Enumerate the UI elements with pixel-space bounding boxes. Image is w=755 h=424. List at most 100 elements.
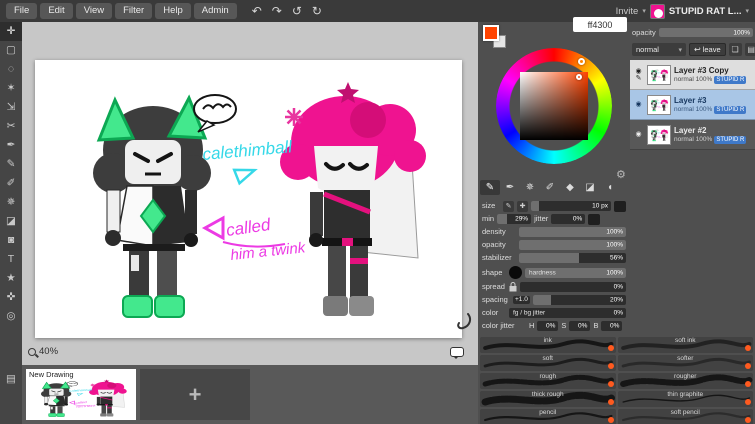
brush-preset-softer[interactable]: softer	[617, 355, 753, 371]
lock-icon[interactable]	[509, 282, 517, 292]
menu-admin[interactable]: Admin	[193, 3, 237, 19]
fgbg-jitter-slider[interactable]: fg / bg jitter 0%	[509, 308, 626, 318]
eraser-tool-icon[interactable]: ◪	[0, 212, 22, 231]
add-layer-button[interactable]: ❏	[728, 43, 742, 56]
size-options-button[interactable]	[614, 200, 626, 212]
pressure-curve-button[interactable]	[456, 313, 472, 331]
redo-icon[interactable]: ↷	[268, 5, 286, 17]
filmstrip-toggle-icon[interactable]: ▤	[0, 370, 22, 389]
pen-tool-icon[interactable]: ✒	[0, 136, 22, 155]
spread-slider[interactable]: 0%	[520, 282, 626, 292]
lasso-tool-icon[interactable]: ◌	[0, 60, 22, 79]
brush-preset-rough[interactable]: rough	[480, 373, 616, 389]
pencil-tool-icon[interactable]: ✎	[0, 155, 22, 174]
opacity-slider[interactable]: 100%	[519, 240, 626, 250]
color-jitter-fgbg-row: color fg / bg jitter 0%	[482, 308, 626, 318]
pressure-opacity-toggle-icon[interactable]: ✚	[517, 200, 528, 212]
paintbrush-brush-icon[interactable]: ✐	[540, 180, 560, 195]
visibility-eye-icon[interactable]: ◉	[635, 68, 641, 75]
brush-settings: size ✎ ✚ 10 px min 29% jitter 0% density…	[478, 198, 630, 331]
color-jitter-label: color jitter	[482, 321, 515, 331]
hue-jitter-slider[interactable]: 0%	[537, 321, 559, 331]
jitter-slider[interactable]: 0%	[551, 214, 586, 224]
menu-edit[interactable]: Edit	[40, 3, 73, 19]
sat-jitter-slider[interactable]: 0%	[569, 321, 591, 331]
menu-file[interactable]: File	[6, 3, 38, 19]
foreground-color-swatch[interactable]	[483, 25, 499, 41]
crop-tool-icon[interactable]: ✂	[0, 117, 22, 136]
rotate-cw-icon[interactable]: ↻	[308, 5, 326, 17]
marquee-select-tool-icon[interactable]: ▢	[0, 41, 22, 60]
airbrush-brush-icon[interactable]: ✵	[520, 180, 540, 195]
spacing-step-box[interactable]: +1.0	[513, 295, 530, 305]
layer-options-button[interactable]: ▤	[744, 43, 755, 56]
chat-bubble-icon[interactable]	[450, 347, 464, 359]
pencil-brush-icon[interactable]: ✎	[480, 180, 500, 195]
hardness-slider[interactable]: hardness 100%	[525, 267, 626, 278]
size-slider[interactable]: 10 px	[531, 201, 611, 211]
hue-selector-dot[interactable]	[578, 58, 585, 65]
density-slider[interactable]: 100%	[519, 227, 626, 237]
layer-opacity-slider[interactable]: 100%	[658, 28, 753, 37]
color-label: color	[482, 308, 499, 318]
stabilizer-slider[interactable]: 56%	[519, 253, 626, 263]
brush-preset-thin-graphite[interactable]: thin graphite	[617, 391, 753, 407]
rotate-ccw-icon[interactable]: ↺	[288, 5, 306, 17]
sv-selector-dot[interactable]	[576, 74, 582, 80]
invite-chevron-icon[interactable]: ▾	[642, 7, 646, 15]
pen-brush-icon[interactable]: ✒	[500, 180, 520, 195]
leave-button[interactable]: ↩ leave	[689, 43, 726, 56]
brush-tool-icon[interactable]: ✐	[0, 174, 22, 193]
eraser-brush-icon[interactable]: ◪	[580, 180, 600, 195]
blend-mode-select[interactable]: normal ▾	[632, 43, 686, 56]
hex-color-input[interactable]: ff4300	[573, 17, 627, 32]
drawing-canvas[interactable]	[35, 60, 462, 338]
layer-row-3[interactable]: ◉ Layer #3 normal 100% STUPID R	[630, 90, 755, 120]
brush-preset-rougher[interactable]: rougher	[617, 373, 753, 389]
visibility-eye-icon[interactable]: ◉	[635, 131, 641, 138]
layer-name: Layer #3 Copy	[674, 65, 729, 75]
brush-preset-soft[interactable]: soft	[480, 355, 616, 371]
visibility-eye-icon[interactable]: ◉	[635, 101, 641, 108]
plus-icon: +	[188, 381, 202, 407]
user-menu-chevron-icon[interactable]: ▾	[745, 7, 749, 15]
stabilizer-label: stabilizer	[482, 253, 512, 263]
magic-wand-tool-icon[interactable]: ✶	[0, 79, 22, 98]
marker-brush-icon[interactable]: ◆	[560, 180, 580, 195]
brush-preset-soft-ink[interactable]: soft ink	[617, 337, 753, 353]
jitter-options-button[interactable]	[588, 213, 601, 225]
menu-help[interactable]: Help	[155, 3, 191, 19]
zoom-tool-icon[interactable]: ◎	[0, 307, 22, 326]
brush-preset-thick-rough[interactable]: thick rough	[480, 391, 616, 407]
pressure-size-toggle-icon[interactable]: ✎	[503, 200, 514, 212]
layer-row-3-copy[interactable]: ◉ ✎ Layer #3 Copy normal 100% STUPID R	[630, 60, 755, 90]
layer-text: Layer #3 normal 100% STUPID R	[674, 96, 747, 114]
text-tool-icon[interactable]: T	[0, 250, 22, 269]
user-avatar[interactable]	[649, 3, 665, 19]
min-slider[interactable]: 29%	[497, 214, 532, 224]
brush-preset-ink[interactable]: ink	[480, 337, 616, 353]
hardness-value: 100%	[606, 269, 623, 276]
saturation-value-square[interactable]	[520, 72, 588, 140]
brush-preset-pencil[interactable]: pencil	[480, 409, 616, 424]
spacing-slider[interactable]: 20%	[532, 295, 626, 305]
transform-tool-icon[interactable]: ⇲	[0, 98, 22, 117]
new-drawing-button[interactable]: +	[140, 369, 250, 420]
leave-label: leave	[702, 45, 721, 54]
shape-tool-icon[interactable]: ★	[0, 269, 22, 288]
bri-jitter-slider[interactable]: 0%	[601, 321, 623, 331]
menu-filter[interactable]: Filter	[115, 3, 153, 19]
fill-tool-icon[interactable]: ◙	[0, 231, 22, 250]
brush-tip-preview[interactable]	[509, 266, 522, 279]
undo-icon[interactable]: ↶	[248, 5, 266, 17]
smudge-brush-icon[interactable]: ◖	[600, 180, 620, 195]
drawing-thumbnail-card[interactable]: New Drawing	[26, 369, 136, 420]
move-tool-icon[interactable]: ✛	[0, 22, 22, 41]
airbrush-tool-icon[interactable]: ✵	[0, 193, 22, 212]
layer-row-2[interactable]: ◉ Layer #2 normal 100% STUPID R	[630, 120, 755, 150]
hand-tool-icon[interactable]: ✜	[0, 288, 22, 307]
invite-button[interactable]: Invite	[616, 6, 639, 17]
menu-view[interactable]: View	[75, 3, 113, 19]
brush-preset-soft-pencil[interactable]: soft pencil	[617, 409, 753, 424]
color-wheel[interactable]	[496, 48, 612, 164]
